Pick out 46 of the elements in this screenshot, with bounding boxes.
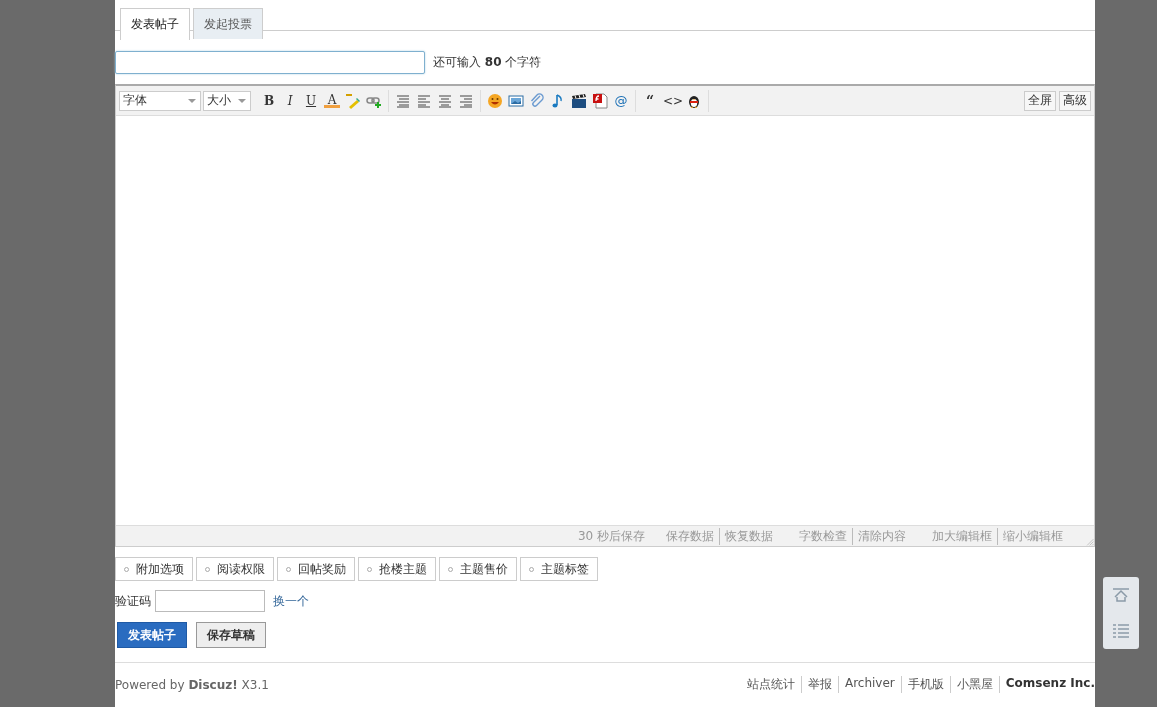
quote-button[interactable]: “	[642, 91, 658, 110]
footer-link[interactable]: Archiver	[837, 676, 901, 693]
image-icon[interactable]	[508, 92, 524, 109]
option-button[interactable]: 附加选项	[115, 557, 193, 581]
character-counter: 还可输入 80 个字符	[433, 54, 542, 71]
title-field[interactable]	[115, 51, 425, 74]
save-draft-button[interactable]: 保存草稿	[196, 622, 266, 648]
tab[interactable]: 发表帖子	[120, 8, 190, 40]
underline-button[interactable]: U	[303, 91, 319, 110]
autosave-text: 30 秒后保存	[577, 527, 645, 545]
align-center-icon[interactable]	[437, 92, 453, 109]
align-icon[interactable]	[395, 92, 411, 109]
back-to-top-icon[interactable]	[1112, 588, 1130, 602]
align-left-icon[interactable]	[416, 92, 432, 109]
clapperboard-icon[interactable]	[571, 92, 587, 109]
paperclip-icon[interactable]	[529, 92, 545, 109]
advanced-button[interactable]: 高级	[1059, 90, 1091, 111]
powered-by-text: Powered by Discuz! X3.1	[115, 677, 269, 692]
option-button[interactable]: 主题售价	[439, 557, 517, 581]
font-select[interactable]: 字体	[119, 90, 201, 111]
bold-button[interactable]: B	[261, 91, 277, 110]
option-button[interactable]: 阅读权限	[196, 557, 274, 581]
size-select[interactable]: 大小	[203, 90, 251, 111]
option-button[interactable]: 抢楼主题	[358, 557, 436, 581]
text-color-button[interactable]: A	[324, 93, 340, 108]
fullscreen-button[interactable]: 全屏	[1024, 90, 1056, 111]
flash-document-icon[interactable]	[592, 92, 608, 109]
submit-button[interactable]: 发表帖子	[117, 622, 187, 648]
footer-link[interactable]: 举报	[800, 676, 838, 693]
italic-button[interactable]: I	[282, 91, 298, 110]
captcha-field[interactable]	[155, 590, 265, 612]
smiley-icon[interactable]	[487, 92, 503, 109]
option-button[interactable]: 回帖奖励	[277, 557, 355, 581]
footer-link[interactable]: 手机版	[900, 676, 950, 693]
tab[interactable]: 发起投票	[193, 8, 263, 39]
mention-button[interactable]: @	[613, 91, 629, 110]
footer-link[interactable]: 站点统计	[740, 676, 801, 693]
captcha-label: 验证码	[115, 592, 151, 610]
option-button[interactable]: 主题标签	[520, 557, 598, 581]
footer-link[interactable]: Comsenz Inc.	[998, 676, 1095, 693]
footer-link[interactable]: 小黑屋	[949, 676, 999, 693]
captcha-refresh-link[interactable]: 换一个	[273, 592, 309, 610]
resize-handle-icon[interactable]	[1084, 536, 1094, 546]
align-right-icon[interactable]	[458, 92, 474, 109]
code-button[interactable]: <>	[663, 91, 681, 110]
list-icon[interactable]	[1112, 624, 1130, 638]
